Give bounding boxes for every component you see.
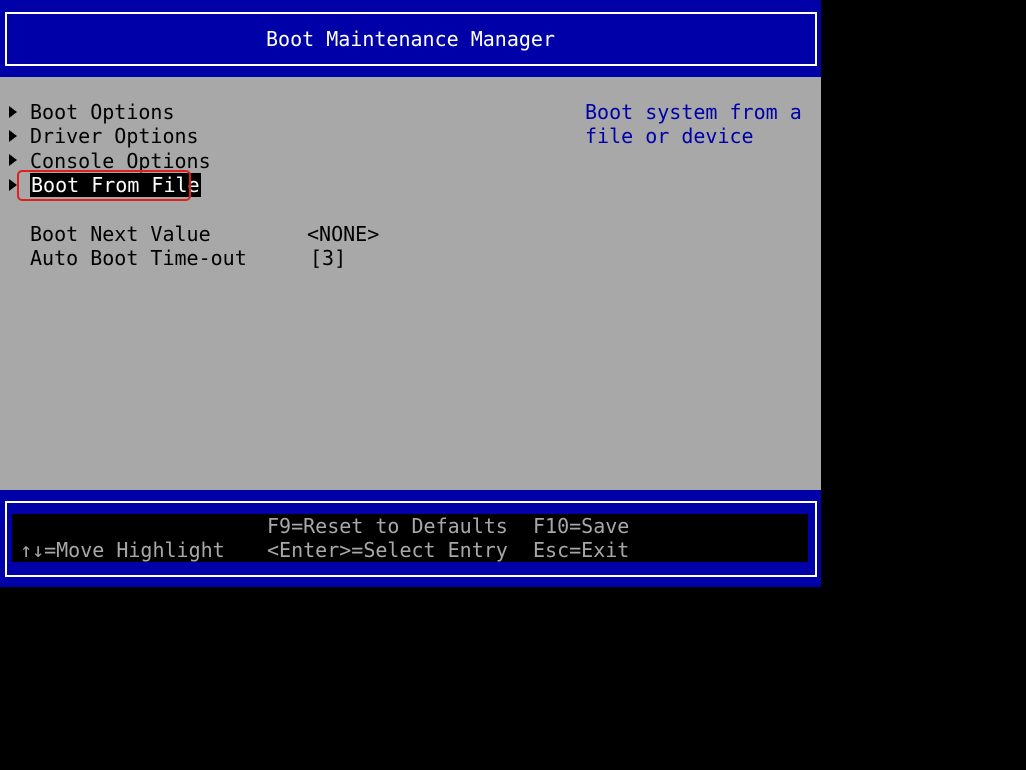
bios-screen: Boot Maintenance Manager Boot Options Dr…	[0, 0, 821, 587]
auto-boot-timeout-label: Auto Boot Time-out	[30, 246, 247, 270]
hotkey-select-entry: <Enter>=Select Entry	[267, 538, 508, 562]
page-title: Boot Maintenance Manager	[266, 27, 555, 51]
submenu-arrow-icon	[9, 130, 17, 142]
auto-boot-timeout-field[interactable]: [3]	[310, 246, 346, 270]
hotkey-save: F10=Save	[533, 514, 630, 538]
selection-highlight-ring	[17, 170, 191, 201]
submenu-arrow-icon	[9, 154, 17, 166]
submenu-arrow-icon	[9, 179, 17, 191]
help-text-line-2: file or device	[585, 124, 754, 148]
hotkey-reset-defaults: F9=Reset to Defaults	[267, 514, 508, 538]
hotkey-exit: Esc=Exit	[533, 538, 630, 562]
hotkey-move-highlight: ↑↓=Move Highlight	[20, 538, 225, 562]
menu-item-driver-options[interactable]: Driver Options	[30, 124, 199, 148]
menu-item-boot-options[interactable]: Boot Options	[30, 100, 175, 124]
submenu-arrow-icon	[9, 106, 17, 118]
help-text-line-1: Boot system from a	[585, 100, 802, 124]
boot-next-value-field[interactable]: <NONE>	[307, 222, 379, 246]
boot-next-value-label: Boot Next Value	[30, 222, 211, 246]
